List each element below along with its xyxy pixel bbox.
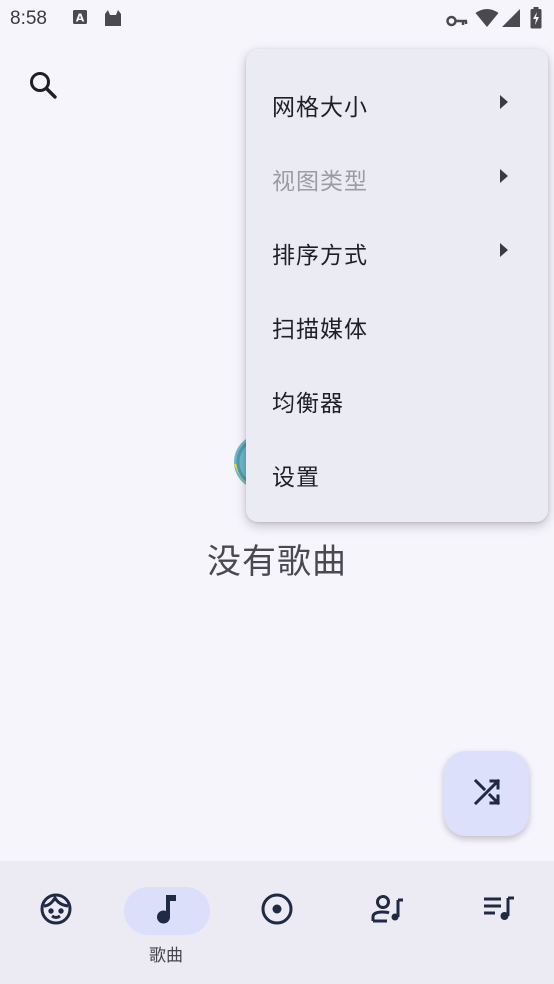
- wifi-icon: [475, 8, 499, 32]
- menu-item-label: 排序方式: [272, 243, 368, 269]
- submenu-arrow-icon: [500, 243, 508, 257]
- nav-item-for-you[interactable]: [0, 861, 110, 971]
- bottom-navigation: 歌曲: [0, 861, 554, 984]
- menu-item-label: 视图类型: [272, 169, 368, 195]
- submenu-arrow-icon: [500, 95, 508, 109]
- nav-label-songs: 歌曲: [149, 946, 183, 966]
- playlist-icon: [482, 894, 516, 928]
- menu-item-label: 扫描媒体: [272, 317, 368, 343]
- shuffle-icon: [472, 777, 502, 811]
- nav-item-albums[interactable]: [221, 861, 331, 971]
- menu-item-sort-order[interactable]: 排序方式: [246, 214, 548, 288]
- nav-item-artists[interactable]: [332, 861, 442, 971]
- menu-item-grid-size[interactable]: 网格大小: [246, 66, 548, 140]
- a-box-icon: A: [72, 9, 88, 29]
- nav-pill: [13, 887, 99, 935]
- signal-icon: [501, 8, 521, 32]
- nav-item-playlists[interactable]: [443, 861, 553, 971]
- overflow-menu: 网格大小 视图类型 排序方式 扫描媒体 均衡器 设置: [246, 49, 548, 522]
- menu-item-equalizer[interactable]: 均衡器: [246, 362, 548, 436]
- battery-charging-icon: [530, 7, 542, 33]
- music-note-icon: [154, 893, 180, 929]
- nav-pill: [234, 887, 320, 935]
- empty-state-text: 没有歌曲: [207, 542, 347, 582]
- status-time: 8:58: [10, 8, 47, 29]
- search-icon: [28, 70, 58, 104]
- menu-item-label: 均衡器: [272, 391, 344, 417]
- nav-pill-active: [124, 887, 210, 935]
- cat-icon: [103, 9, 123, 31]
- menu-item-view-type[interactable]: 视图类型: [246, 140, 548, 214]
- shuffle-fab[interactable]: [444, 751, 529, 836]
- search-button[interactable]: [22, 66, 64, 108]
- submenu-arrow-icon: [500, 169, 508, 183]
- nav-pill: [345, 887, 431, 935]
- status-bar: 8:58 A: [0, 0, 554, 38]
- menu-item-label: 网格大小: [272, 95, 368, 121]
- album-icon: [260, 892, 294, 930]
- menu-item-scan-media[interactable]: 扫描媒体: [246, 288, 548, 362]
- menu-item-settings[interactable]: 设置: [246, 436, 548, 510]
- nav-pill: [456, 887, 542, 935]
- nav-item-songs[interactable]: 歌曲: [111, 861, 221, 971]
- artist-icon: [371, 894, 405, 928]
- vpn-key-icon: [446, 12, 468, 31]
- svg-text:A: A: [76, 12, 85, 25]
- face-icon: [39, 892, 73, 930]
- menu-item-label: 设置: [272, 465, 320, 491]
